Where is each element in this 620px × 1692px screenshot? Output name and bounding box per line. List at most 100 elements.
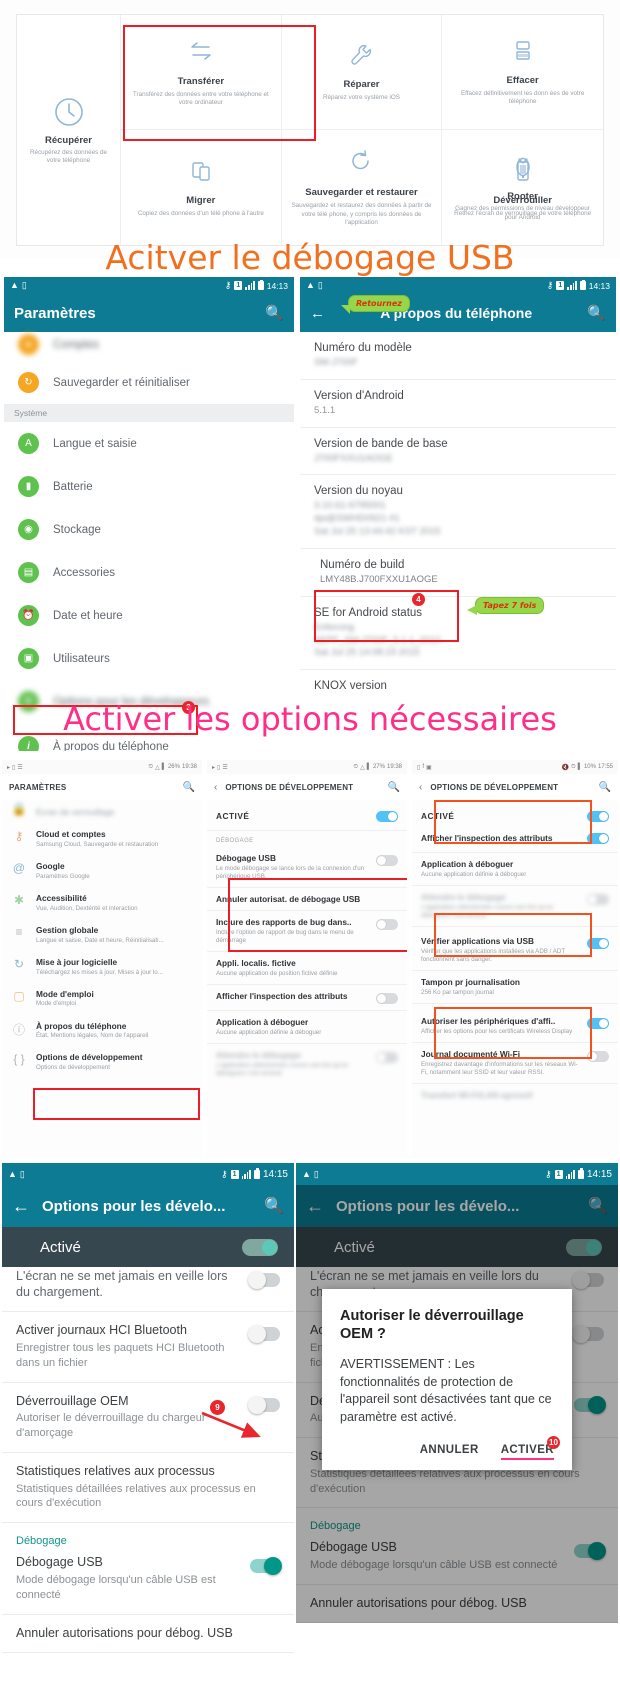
feature-tile-grid: Récupérer Récupérez des données de votre…: [16, 14, 604, 246]
confirm-button[interactable]: ACTIVER: [500, 1444, 554, 1461]
sidebar-item-date-heure[interactable]: ⏰ Date et heure: [4, 594, 294, 637]
master-toggle-row[interactable]: Activé: [2, 1227, 294, 1267]
key-icon: ⚷: [14, 829, 24, 843]
oem-row-hci-bluetooth[interactable]: Activer journaux HCI Bluetooth Enregistr…: [2, 1312, 294, 1381]
right-row-tampon-journalisation[interactable]: Tampon pr journalisation 256 Ko par tamp…: [412, 971, 618, 1003]
battery-icon: [579, 279, 586, 290]
sim-indicator: 1: [556, 281, 565, 290]
search-icon[interactable]: 🔍: [388, 782, 400, 793]
back-chevron-icon[interactable]: ‹: [419, 782, 422, 793]
samsung-item-gestion-globale[interactable]: ≡ Gestion globale Langue et saisie, Date…: [2, 919, 202, 951]
dev-row-attendre-debogage[interactable]: Attendre le débogage L'application sélec…: [207, 1044, 407, 1084]
dev-row-rapports-bug[interactable]: Inclure des rapports de bug dans.. Inclu…: [207, 911, 407, 951]
oem-unlock-toggle[interactable]: [248, 1395, 280, 1414]
samsung-item-mise-a-jour[interactable]: ↻ Mise à jour logicielle Téléchargez les…: [2, 951, 202, 983]
right-row-inspection-attributs[interactable]: Afficher l'inspection des attributs: [412, 826, 618, 852]
oem-row-veille[interactable]: L'écran ne se met jamais en veille lors …: [2, 1267, 294, 1311]
wait-debug-toggle[interactable]: [587, 893, 609, 905]
tile-effacer[interactable]: Effacer Effacez définitivement les donn …: [442, 15, 603, 130]
wait-debug-toggle[interactable]: [376, 1052, 398, 1064]
about-row-build-number[interactable]: Numéro de build LMY48B.J700FXXU1AOGE: [300, 549, 616, 597]
row-value: SM-J700F: [314, 357, 358, 368]
search-icon[interactable]: 🔍: [587, 304, 606, 322]
right-row-active[interactable]: ACTIVÉ: [412, 800, 618, 826]
root-icon: [509, 153, 537, 186]
wifi-icon: △: [360, 764, 365, 771]
dev-row-annuler-autorisation[interactable]: Annuler autorisat. de débogage USB: [207, 888, 407, 910]
oem-row-annuler-autorisations[interactable]: Annuler autorisations pour débog. USB: [2, 1615, 294, 1653]
tile-reparer[interactable]: Réparer Réparez votre système iOS: [281, 15, 443, 130]
tile-rooter[interactable]: Rooter Gagnez des permissions de niveau …: [442, 130, 603, 245]
hci-log-toggle[interactable]: [248, 1325, 280, 1344]
callout-go-back: Retournez: [341, 295, 410, 314]
master-toggle[interactable]: [242, 1238, 278, 1256]
wireless-display-toggle[interactable]: [587, 1017, 609, 1029]
chart-icon: ▲: [10, 280, 19, 290]
oem-row-statistiques[interactable]: Statistiques relatives aux processus Sta…: [2, 1453, 294, 1522]
tile-recuperer[interactable]: Récupérer Récupérez des données de votre…: [17, 15, 121, 245]
back-chevron-icon[interactable]: ‹: [214, 782, 217, 793]
oem-row-debogage-usb[interactable]: Débogage USB Mode débogage lorsqu'un câb…: [2, 1551, 294, 1613]
sidebar-item-comptes[interactable]: ● Comptes: [4, 332, 294, 361]
dev-row-localisation-fictive[interactable]: Appli. localis. fictive Aucune applicati…: [207, 952, 407, 984]
search-icon[interactable]: 🔍: [183, 782, 195, 793]
right-row-transfert-wifi[interactable]: Transfert Wi-Fi/LAN agressif: [412, 1084, 618, 1106]
chart-icon: ▲: [302, 1168, 311, 1179]
tile-transferer[interactable]: Transférer Transférez des données entre …: [121, 15, 282, 130]
tile-sauvegarder-restaurer[interactable]: Sauvegarder et restaurer Sauvegardez et …: [282, 130, 443, 245]
row-title: Version d'Android: [314, 389, 404, 402]
wifi-log-toggle[interactable]: [587, 1050, 609, 1062]
right-row-attendre-debogage[interactable]: Attendre le débogage L'application sélec…: [412, 886, 618, 926]
search-icon[interactable]: 🔍: [265, 304, 284, 322]
item-title: Inclure des rapports de bug dans..: [216, 917, 352, 928]
samsung-item-accessibilite[interactable]: ✱ Accessibilité Vue, Audition, Dextérité…: [2, 887, 202, 919]
attribute-inspection-toggle[interactable]: [376, 993, 398, 1005]
sidebar-item-stockage[interactable]: ◉ Stockage: [4, 508, 294, 551]
right-row-journal-wifi[interactable]: Journal documenté Wi-Fi Enregistrez dava…: [412, 1043, 618, 1083]
list-item-label: Langue et saisie: [53, 437, 137, 450]
verify-apps-toggle[interactable]: [587, 937, 609, 949]
samsung-item-mode-emploi[interactable]: ▢ Mode d'emploi Mode d'emploi: [2, 983, 202, 1015]
samsung-item-cloud-comptes[interactable]: ⚷ Cloud et comptes Samsung Cloud, Sauveg…: [2, 823, 202, 855]
sidebar-item-utilisateurs[interactable]: ▣ Utilisateurs: [4, 637, 294, 680]
active-toggle[interactable]: [587, 810, 609, 822]
right-row-application-deboguer[interactable]: Application à déboguer Aucune applicatio…: [412, 853, 618, 885]
stay-awake-toggle[interactable]: [248, 1271, 280, 1289]
key-icon: ⚷: [546, 280, 554, 290]
about-phone-section: ▲ ▯ ⚷ 1 14:13 Paramètres 🔍 ● Comptes ↻ S…: [0, 277, 620, 755]
debogage-usb-toggle[interactable]: [376, 855, 398, 866]
sidebar-item-sauvegarder[interactable]: ↻ Sauvegarder et réinitialiser: [4, 361, 294, 404]
samsung-item-a-propos[interactable]: ⓘ À propos du téléphone État, Mentions l…: [2, 1015, 202, 1047]
samsung-item-options-developpement[interactable]: { } Options de développement Options de …: [2, 1046, 202, 1078]
signal-icon: ▌: [161, 764, 166, 770]
samsung-item-ecran-verrouillage[interactable]: 🔒 Écran de verrouillage: [2, 800, 202, 823]
samsung-item-google[interactable]: @ Google Paramètres Google: [2, 855, 202, 887]
dev-row-debogage-usb[interactable]: Débogage USB Le mode débogage se lance l…: [207, 847, 407, 887]
usb-debug-toggle[interactable]: [250, 1557, 282, 1576]
attribute-inspection-toggle[interactable]: [587, 832, 609, 844]
item-title: Autoriser les périphériques d'affi..: [421, 1015, 556, 1026]
right-row-peripheriques-affichage[interactable]: Autoriser les périphériques d'affi.. Aff…: [412, 1004, 618, 1042]
menu-icon: ☰: [17, 764, 23, 771]
tile-title: Rooter: [507, 190, 538, 202]
dev-row-application-deboguer[interactable]: Application à déboguer Aucune applicatio…: [207, 1011, 407, 1043]
cancel-button[interactable]: ANNULER: [420, 1444, 479, 1456]
key-icon: ⚷: [545, 1168, 552, 1179]
row-title: Version de bande de base: [314, 437, 448, 450]
dev-row-inspection-attributs[interactable]: Afficher l'inspection des attributs: [207, 985, 407, 1010]
sidebar-item-accessories[interactable]: ▤ Accessories: [4, 551, 294, 594]
bug-report-toggle[interactable]: [376, 919, 398, 931]
right-row-verifier-applications[interactable]: Vérifier applications via USB Vérifier q…: [412, 927, 618, 970]
wifi-icon: △: [155, 764, 160, 771]
dev-master-toggle-row[interactable]: ACTIVÉ: [207, 800, 407, 830]
item-title: Accessibilité: [36, 892, 87, 903]
tile-migrer[interactable]: Migrer Copiez des données d'un télé phon…: [121, 130, 282, 245]
search-icon[interactable]: 🔍: [264, 1196, 284, 1216]
back-arrow-icon[interactable]: ←: [310, 305, 325, 322]
sidebar-item-langue[interactable]: A Langue et saisie: [4, 422, 294, 465]
sidebar-item-batterie[interactable]: ▮ Batterie: [4, 465, 294, 508]
settings-screen: ▲ ▯ ⚷ 1 14:13 Paramètres 🔍 ● Comptes ↻ S…: [4, 277, 294, 751]
search-icon[interactable]: 🔍: [599, 782, 611, 793]
master-toggle[interactable]: [376, 810, 398, 822]
back-arrow-icon[interactable]: ←: [12, 1196, 30, 1217]
